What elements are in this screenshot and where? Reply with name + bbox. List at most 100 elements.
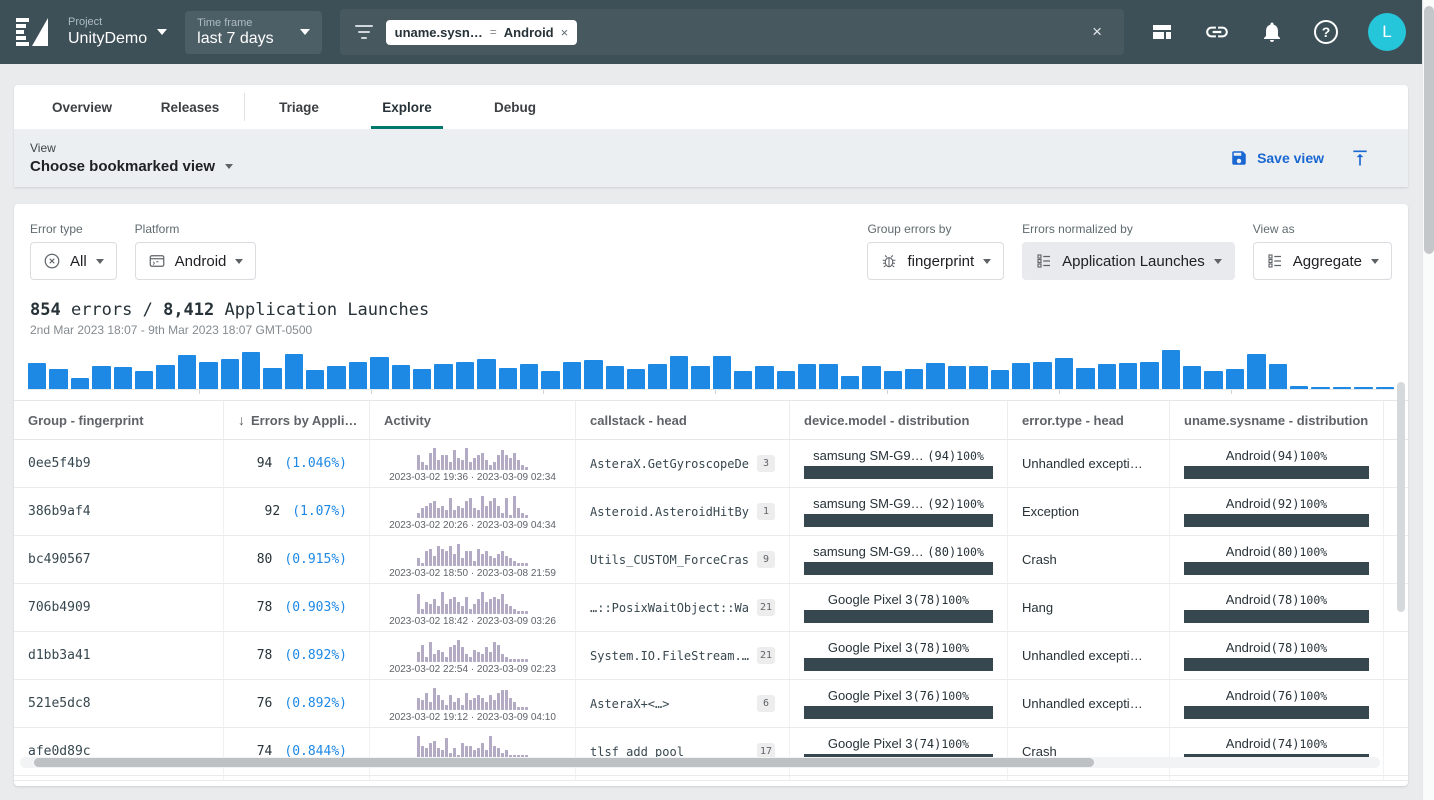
histogram-bar[interactable] xyxy=(242,352,260,389)
histogram-bar[interactable] xyxy=(263,368,281,389)
group-by-select[interactable]: fingerprint xyxy=(867,242,1004,280)
histogram-bar[interactable] xyxy=(413,369,431,389)
callstack-head-value[interactable]: AsteraX+<…> xyxy=(590,697,669,711)
histogram-bar[interactable] xyxy=(541,371,559,389)
table-row[interactable]: afe0d89c74(0.844%)2023-03-02 18:16 · 202… xyxy=(14,728,1408,776)
histogram-bar[interactable] xyxy=(798,364,816,389)
histogram-bar[interactable] xyxy=(1247,354,1265,389)
save-view-button[interactable]: Save view xyxy=(1230,149,1324,167)
table-row[interactable]: 706b490978(0.903%)2023-03-02 18:42 · 202… xyxy=(14,584,1408,632)
clear-filters-icon[interactable]: × xyxy=(1084,18,1110,46)
histogram-bar[interactable] xyxy=(327,366,345,389)
normalized-by-select[interactable]: Application Launches xyxy=(1022,242,1235,280)
histogram-bar[interactable] xyxy=(349,362,367,389)
histogram-bar[interactable] xyxy=(135,371,153,389)
histogram-bar[interactable] xyxy=(1076,368,1094,389)
page-scrollbar-thumb[interactable] xyxy=(1424,6,1434,254)
histogram-bar[interactable] xyxy=(1333,387,1351,389)
histogram-bar[interactable] xyxy=(884,371,902,389)
column-header[interactable]: device.model - distribution xyxy=(790,401,1008,439)
callstack-head-value[interactable]: Asteroid.AsteroidHitBy… xyxy=(590,505,749,519)
filter-chip-remove-icon[interactable]: × xyxy=(561,25,569,40)
callstack-head-value[interactable]: System.IO.FileStream.… xyxy=(590,649,749,663)
tab-debug[interactable]: Debug xyxy=(461,85,569,129)
histogram-bar[interactable] xyxy=(1119,363,1137,389)
collapse-to-top-button[interactable] xyxy=(1350,148,1370,168)
histogram-bar[interactable] xyxy=(691,366,709,389)
platform-select[interactable]: Android xyxy=(135,242,257,280)
histogram-bar[interactable] xyxy=(1183,366,1201,389)
histogram-bar[interactable] xyxy=(905,369,923,389)
table-row[interactable]: 521e5dc876(0.892%)2023-03-02 19:12 · 202… xyxy=(14,680,1408,728)
table-row[interactable]: d1bb3a4178(0.892%)2023-03-02 22:54 · 202… xyxy=(14,632,1408,680)
fingerprint-value[interactable]: d1bb3a41 xyxy=(28,648,91,663)
histogram-bar[interactable] xyxy=(1376,387,1394,389)
histogram-bar[interactable] xyxy=(648,364,666,389)
notifications-bell-icon[interactable] xyxy=(1260,20,1284,44)
histogram-bar[interactable] xyxy=(1311,387,1329,389)
histogram-bar[interactable] xyxy=(1140,362,1158,389)
histogram-bar[interactable] xyxy=(755,366,773,389)
column-header[interactable]: Activity xyxy=(370,401,576,439)
histogram-bar[interactable] xyxy=(306,370,324,389)
histogram-bar[interactable] xyxy=(28,363,46,389)
histogram-bar[interactable] xyxy=(862,366,880,389)
histogram-bar[interactable] xyxy=(563,362,581,389)
link-icon[interactable] xyxy=(1204,19,1230,45)
dashboard-layout-icon[interactable] xyxy=(1150,20,1174,44)
histogram-bar[interactable] xyxy=(606,366,624,389)
page-scrollbar[interactable] xyxy=(1422,0,1434,800)
histogram-bar[interactable] xyxy=(1204,371,1222,389)
column-header[interactable]: uname.sysname - distribution xyxy=(1170,401,1384,439)
column-header[interactable]: callstack - head xyxy=(576,401,790,439)
fingerprint-value[interactable]: 706b4909 xyxy=(28,600,91,615)
histogram-bar[interactable] xyxy=(114,367,132,389)
fingerprint-value[interactable]: 386b9af4 xyxy=(28,504,91,519)
histogram-bar[interactable] xyxy=(434,364,452,389)
fingerprint-value[interactable]: 0ee5f4b9 xyxy=(28,456,91,471)
bookmarked-view-selector[interactable]: Choose bookmarked view xyxy=(30,158,233,175)
callstack-head-value[interactable]: …::PosixWaitObject::Wa… xyxy=(590,601,749,615)
tab-explore[interactable]: Explore xyxy=(353,85,461,129)
histogram-bar[interactable] xyxy=(520,364,538,389)
histogram-bar[interactable] xyxy=(456,362,474,389)
avatar[interactable]: L xyxy=(1368,13,1406,51)
tab-triage[interactable]: Triage xyxy=(245,85,353,129)
histogram-bar[interactable] xyxy=(178,355,196,389)
callstack-head-value[interactable]: Utils_CUSTOM_ForceCrash xyxy=(590,553,749,567)
histogram-bar[interactable] xyxy=(734,371,752,389)
histogram-bar[interactable] xyxy=(926,363,944,389)
errors-histogram[interactable] xyxy=(28,345,1394,389)
horizontal-scrollbar[interactable] xyxy=(20,757,1380,768)
histogram-bar[interactable] xyxy=(1354,387,1372,389)
histogram-bar[interactable] xyxy=(199,362,217,389)
fingerprint-value[interactable]: 521e5dc8 xyxy=(28,696,91,711)
horizontal-scrollbar-thumb[interactable] xyxy=(34,758,1094,767)
table-row[interactable]: 386b9af492(1.07%)2023-03-02 20:26 · 2023… xyxy=(14,488,1408,536)
fingerprint-value[interactable]: bc490567 xyxy=(28,552,91,567)
project-selector[interactable]: Project UnityDemo xyxy=(68,16,167,48)
histogram-bar[interactable] xyxy=(991,370,1009,389)
histogram-bar[interactable] xyxy=(819,364,837,389)
filter-bar[interactable]: uname.sysn… = Android × × xyxy=(340,9,1124,55)
error-type-select[interactable]: All xyxy=(30,242,117,280)
table-row[interactable]: bc49056780(0.915%)2023-03-02 18:50 · 202… xyxy=(14,536,1408,584)
filter-chip[interactable]: uname.sysn… = Android × xyxy=(386,20,578,45)
histogram-bar[interactable] xyxy=(477,359,495,389)
histogram-bar[interactable] xyxy=(1055,358,1073,389)
histogram-bar[interactable] xyxy=(1012,363,1030,389)
column-header[interactable]: error.type - head xyxy=(1008,401,1170,439)
timeframe-selector[interactable]: Time frame last 7 days xyxy=(185,11,321,54)
histogram-bar[interactable] xyxy=(1098,364,1116,389)
table-scrollbar-thumb[interactable] xyxy=(1397,382,1405,612)
histogram-bar[interactable] xyxy=(156,365,174,389)
histogram-bar[interactable] xyxy=(969,366,987,389)
histogram-bar[interactable] xyxy=(670,356,688,389)
view-as-select[interactable]: Aggregate xyxy=(1253,242,1392,280)
histogram-bar[interactable] xyxy=(1290,386,1308,389)
help-icon[interactable]: ? xyxy=(1314,20,1338,44)
histogram-bar[interactable] xyxy=(1226,369,1244,389)
tab-overview[interactable]: Overview xyxy=(28,85,136,129)
histogram-bar[interactable] xyxy=(841,376,859,389)
histogram-bar[interactable] xyxy=(370,357,388,389)
